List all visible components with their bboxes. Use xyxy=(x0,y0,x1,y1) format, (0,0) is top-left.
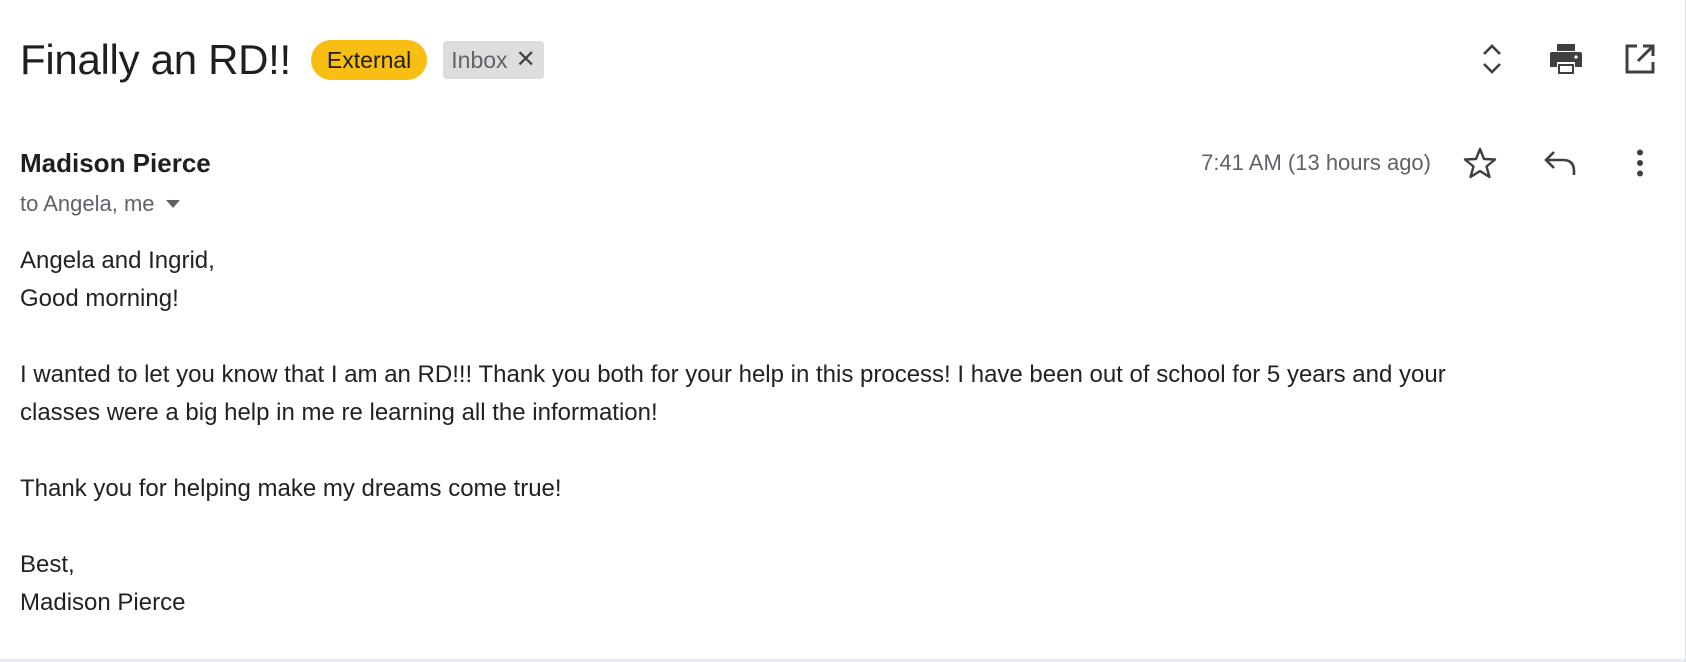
recipients-text: to Angela, me xyxy=(20,191,155,216)
email-subject: Finally an RD!! xyxy=(20,36,291,83)
open-in-new-window-icon[interactable] xyxy=(1617,36,1663,82)
label-inbox-text: Inbox xyxy=(451,47,508,73)
sender-row: Madison Pierce xyxy=(20,148,211,179)
expand-collapse-icon[interactable] xyxy=(1469,36,1515,82)
label-inbox[interactable]: Inbox ✕ xyxy=(443,41,544,79)
remove-label-icon[interactable]: ✕ xyxy=(516,46,536,74)
body-line: Good morning! xyxy=(20,285,179,312)
body-line: I wanted to let you know that I am an RD… xyxy=(20,361,1446,388)
email-header: Finally an RD!! External Inbox ✕ xyxy=(20,30,544,90)
recipients[interactable]: to Angela, me xyxy=(20,191,181,217)
body-closing: Best, xyxy=(20,551,75,578)
label-external: External xyxy=(310,40,428,80)
message-actions: 7:41 AM (13 hours ago) xyxy=(1201,140,1663,186)
body-line: Thank you for helping make my dreams com… xyxy=(20,475,562,502)
star-icon[interactable] xyxy=(1457,140,1503,186)
body-signature: Madison Pierce xyxy=(20,589,186,616)
body-line: classes were a big help in me re learnin… xyxy=(20,399,658,426)
dropdown-arrow-icon[interactable] xyxy=(165,199,181,209)
thread-actions xyxy=(1469,36,1663,82)
sender-name[interactable]: Madison Pierce xyxy=(20,148,211,178)
message-body: Angela and Ingrid, Good morning! I wante… xyxy=(20,242,1600,622)
reply-icon[interactable] xyxy=(1537,140,1583,186)
print-icon[interactable] xyxy=(1543,36,1589,82)
email-view: Finally an RD!! External Inbox ✕ Madison… xyxy=(0,0,1686,662)
body-greeting: Angela and Ingrid, xyxy=(20,247,215,274)
more-vert-icon[interactable] xyxy=(1617,140,1663,186)
message-timestamp: 7:41 AM (13 hours ago) xyxy=(1201,150,1431,175)
